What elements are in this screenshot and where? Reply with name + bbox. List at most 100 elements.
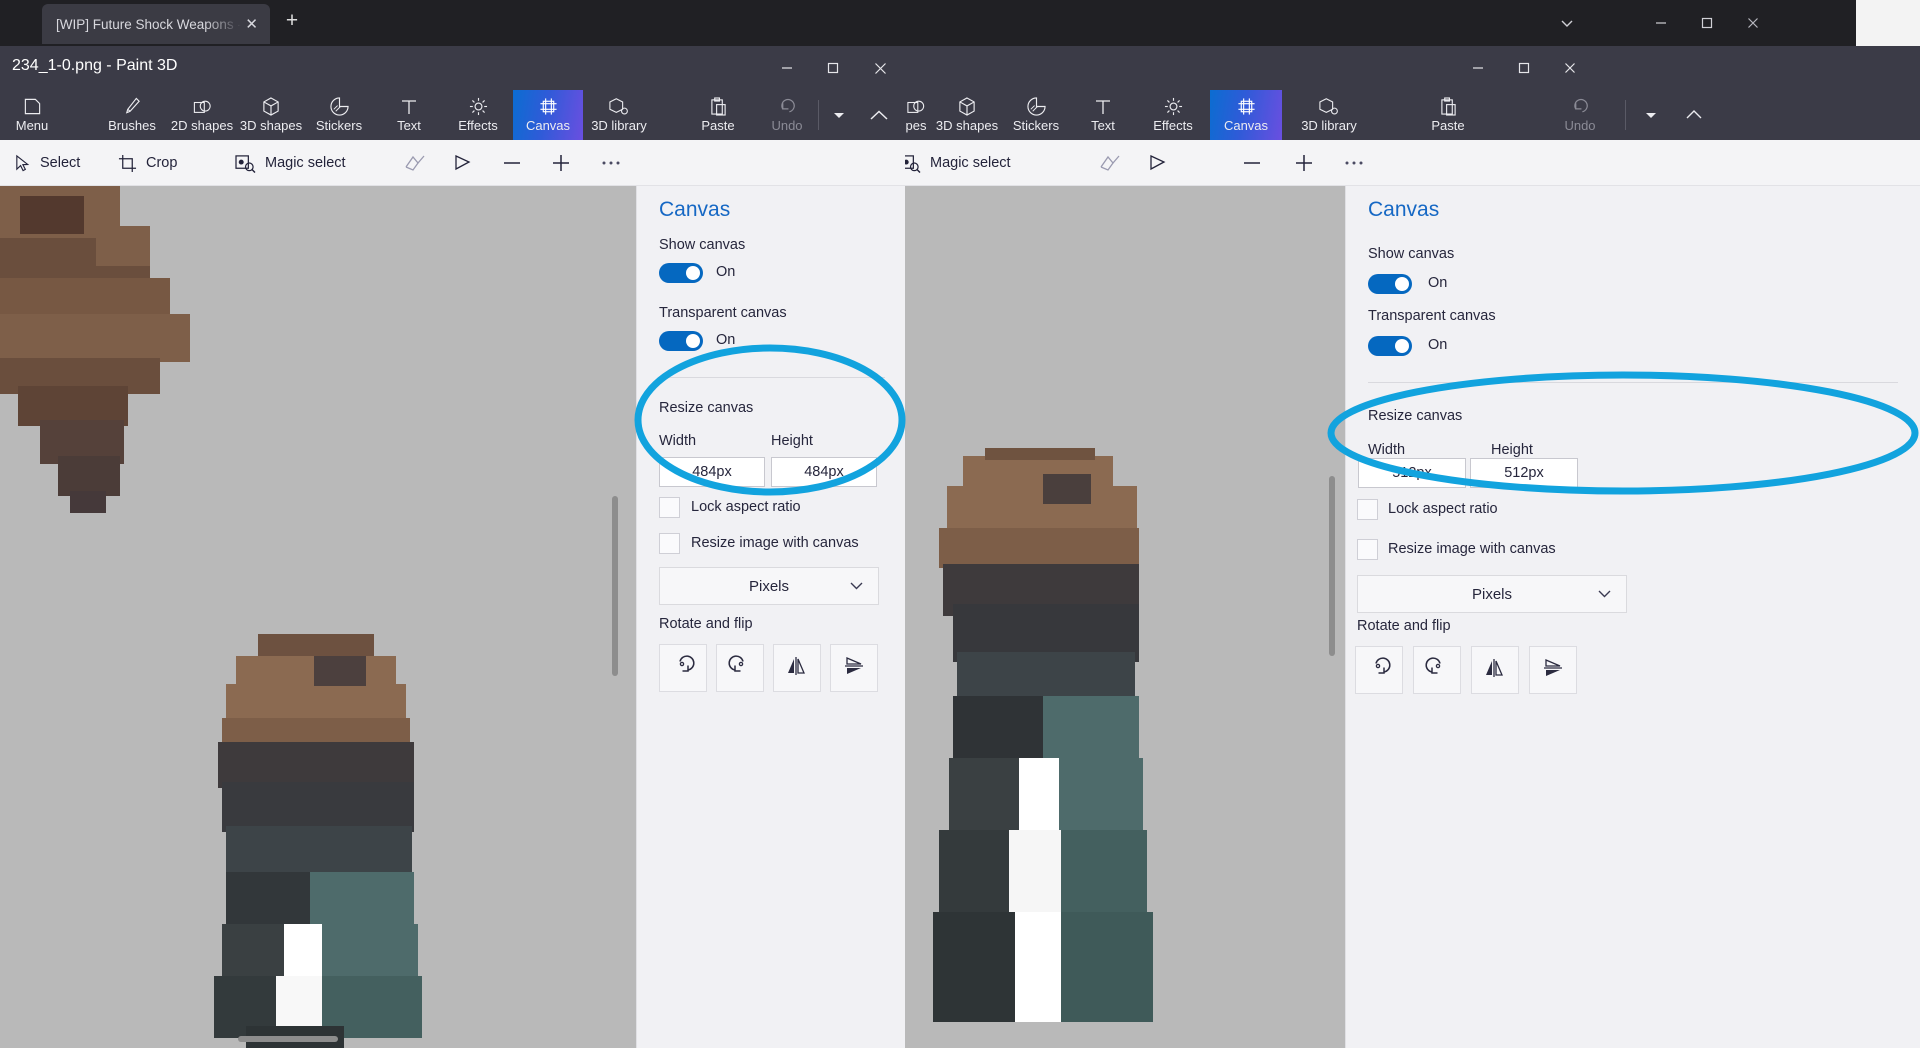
canvas-area-left[interactable] — [0, 186, 636, 1048]
width-input-right[interactable]: 512px — [1358, 458, 1466, 488]
subbar-3d-view-left[interactable] — [396, 140, 434, 186]
ribbon-label: 3D shapes — [239, 118, 303, 133]
subbar-2d-view-right[interactable] — [1139, 140, 1177, 186]
ribbon-item-effects-right[interactable]: Effects — [1137, 90, 1209, 140]
ribbon-overflow-right[interactable] — [1631, 90, 1671, 140]
width-input-left[interactable]: 484px — [659, 457, 765, 487]
crop-icon — [118, 154, 137, 173]
close-icon[interactable] — [1730, 0, 1776, 46]
subbar-item-crop[interactable]: Crop — [118, 140, 177, 186]
canvas-scrollbar-vertical-left[interactable] — [612, 496, 618, 676]
ribbon-item-text-right[interactable]: Text — [1071, 90, 1135, 140]
rotate-left-button-left[interactable] — [659, 644, 707, 692]
window-title-left: 234_1-0.png - Paint 3D — [12, 57, 178, 74]
flip-vertical-button-right[interactable] — [1529, 646, 1577, 694]
flip-vertical-button-left[interactable] — [830, 644, 878, 692]
transparent-canvas-toggle-right[interactable] — [1368, 336, 1412, 356]
3d-shapes-icon — [262, 97, 280, 116]
ribbon-item-stickers-right[interactable]: Stickers — [993, 90, 1079, 140]
canvas-scrollbar-horizontal-left[interactable] — [238, 1036, 338, 1042]
resize-image-checkbox-left[interactable] — [659, 533, 680, 554]
units-dropdown-left[interactable]: Pixels — [659, 567, 879, 605]
subbar-label: Select — [40, 155, 81, 171]
ribbon-label: Canvas — [525, 118, 571, 133]
ribbon-collapse-left[interactable] — [858, 90, 900, 140]
plus-icon[interactable]: + — [280, 10, 304, 34]
subbar-more-options-left[interactable] — [592, 140, 630, 186]
ribbon-item-paste[interactable]: Paste — [688, 90, 748, 140]
ribbon-item-3d-library-right[interactable]: 3D library — [1282, 90, 1376, 140]
ribbon-item-2d-shapes[interactable]: 2D shapes — [164, 90, 240, 140]
ribbon-item-canvas-right[interactable]: Canvas — [1210, 90, 1282, 140]
units-dropdown-right[interactable]: Pixels — [1357, 575, 1627, 613]
subbar-label: Magic select — [265, 155, 346, 171]
resize-image-checkbox-right[interactable] — [1357, 539, 1378, 560]
lock-aspect-checkbox-right[interactable] — [1357, 499, 1378, 520]
lock-aspect-label-left: Lock aspect ratio — [691, 499, 801, 515]
show-canvas-toggle-right[interactable] — [1368, 274, 1412, 294]
more-options-icon — [1343, 159, 1365, 167]
maximize-icon[interactable] — [810, 46, 856, 90]
minimize-icon[interactable] — [1455, 46, 1501, 90]
rotate-left-icon — [1367, 656, 1391, 685]
subbar-item-select[interactable]: Select — [14, 140, 80, 186]
ribbon-item-canvas[interactable]: Canvas — [513, 90, 583, 140]
browser-tab[interactable]: [WIP] Future Shock Weapons - Page ✕ — [42, 4, 270, 44]
subbar-zoom-out-right[interactable] — [1233, 140, 1271, 186]
ribbon-item-menu[interactable]: Menu — [4, 90, 60, 140]
units-value-left: Pixels — [748, 577, 789, 595]
rotate-left-button-right[interactable] — [1355, 646, 1403, 694]
ribbon-item-stickers[interactable]: Stickers — [306, 90, 372, 140]
transparent-canvas-toggle-left[interactable] — [659, 331, 703, 351]
flip-horizontal-button-right[interactable] — [1471, 646, 1519, 694]
maximize-icon[interactable] — [1684, 0, 1730, 46]
rotate-right-button-right[interactable] — [1413, 646, 1461, 694]
maximize-icon[interactable] — [1501, 46, 1547, 90]
ribbon-item-effects[interactable]: Effects — [444, 90, 512, 140]
height-input-right[interactable]: 512px — [1470, 458, 1578, 488]
close-icon[interactable] — [857, 46, 903, 90]
ribbon-item-3d-shapes[interactable]: 3D shapes — [234, 90, 308, 140]
subbar-more-options-right[interactable] — [1335, 140, 1373, 186]
width-label-left: Width — [659, 433, 697, 449]
panel-divider-left — [659, 377, 885, 378]
ribbon-item-3d-library[interactable]: 3D library — [583, 90, 655, 140]
paint3d-window-left: 234_1-0.png - Paint 3D Menu Brushes 2D s… — [0, 46, 905, 1048]
subbar-3d-view-right[interactable] — [1091, 140, 1129, 186]
canvas-icon — [1237, 97, 1256, 116]
subbar-zoom-in-left[interactable] — [542, 140, 580, 186]
ribbon-label: Text — [1091, 118, 1115, 133]
caret-down-icon — [832, 106, 846, 125]
subbar-item-magic-select[interactable]: Magic select — [235, 140, 346, 186]
ribbon-item-text[interactable]: Text — [380, 90, 438, 140]
width-label-right: Width — [1368, 442, 1406, 458]
ribbon-collapse-right[interactable] — [1671, 90, 1717, 140]
rotate-right-button-left[interactable] — [716, 644, 764, 692]
canvas-area-right[interactable] — [905, 186, 1345, 1048]
minimize-icon[interactable] — [764, 46, 810, 90]
paste-icon — [1440, 97, 1457, 116]
subbar-zoom-out-left[interactable] — [493, 140, 531, 186]
flip-horizontal-button-left[interactable] — [773, 644, 821, 692]
lock-aspect-checkbox-left[interactable] — [659, 497, 680, 518]
canvas-scrollbar-vertical-right[interactable] — [1329, 476, 1335, 656]
minimize-icon[interactable] — [1638, 0, 1684, 46]
zoom-out-icon — [501, 154, 523, 172]
ribbon-item-brushes[interactable]: Brushes — [102, 90, 162, 140]
rotate-right-icon — [1425, 656, 1449, 685]
ribbon-overflow-left[interactable] — [822, 90, 856, 140]
subbar-zoom-in-right[interactable] — [1285, 140, 1323, 186]
ribbon-item-paste-right[interactable]: Paste — [1410, 90, 1486, 140]
subbar-2d-view-left[interactable] — [444, 140, 482, 186]
ribbon-item-undo-right: Undo — [1545, 90, 1615, 140]
height-input-left[interactable]: 484px — [771, 457, 877, 487]
subbar-item-magic-select-right[interactable]: Magic select — [900, 140, 1011, 186]
panel-title-right: Canvas — [1368, 198, 1440, 221]
show-canvas-toggle-left[interactable] — [659, 263, 703, 283]
rotate-flip-label-left: Rotate and flip — [659, 616, 753, 632]
close-icon[interactable] — [1547, 46, 1593, 90]
2d-view-icon — [453, 154, 473, 172]
ribbon-label: Brushes — [108, 118, 156, 133]
close-icon[interactable]: ✕ — [241, 14, 262, 35]
chevron-down-icon[interactable] — [1544, 0, 1590, 46]
